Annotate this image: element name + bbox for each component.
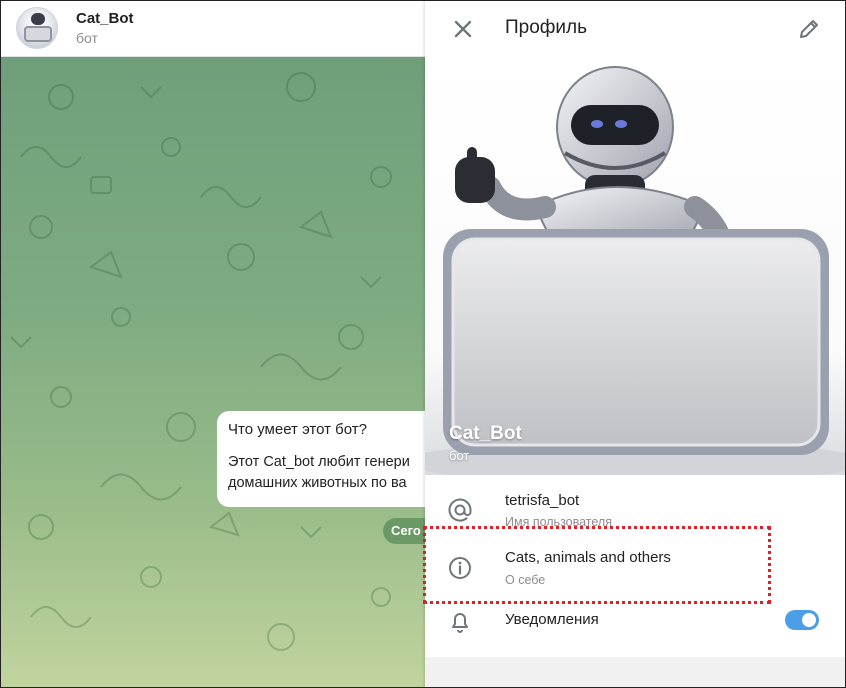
at-icon bbox=[447, 497, 473, 523]
edit-button[interactable] bbox=[795, 15, 823, 43]
notifications-row[interactable]: Уведомления bbox=[425, 595, 845, 651]
close-icon bbox=[454, 20, 472, 38]
app-window: Cat_Bot бот Что умеет этот бот? Этот Cat… bbox=[0, 0, 846, 688]
profile-title: Профиль bbox=[505, 17, 588, 38]
profile-info-list: tetrisfa_bot Имя пользователя Cats, anim… bbox=[425, 475, 845, 657]
message-title: Что умеет этот бот? bbox=[228, 421, 367, 438]
toggle-knob bbox=[800, 611, 818, 629]
profile-subtitle: бот bbox=[449, 448, 470, 463]
close-button[interactable] bbox=[449, 15, 477, 43]
profile-header: Профиль bbox=[425, 1, 845, 57]
message-body: Этот Cat_bot любит генери домашних живот… bbox=[228, 452, 436, 494]
notifications-label: Уведомления bbox=[505, 611, 599, 628]
username-value: tetrisfa_bot bbox=[505, 492, 580, 509]
info-icon bbox=[447, 555, 473, 581]
chat-title[interactable]: Cat_Bot bbox=[76, 10, 134, 27]
chat-pane: Cat_Bot бот Что умеет этот бот? Этот Cat… bbox=[1, 1, 447, 687]
profile-name: Cat_Bot bbox=[449, 423, 522, 444]
about-row[interactable]: Cats, animals and others О себе bbox=[425, 531, 845, 587]
pencil-icon bbox=[800, 20, 818, 38]
notifications-toggle[interactable] bbox=[785, 610, 819, 630]
about-label: О себе bbox=[505, 573, 546, 587]
wallpaper-pattern bbox=[10, 72, 392, 651]
bot-description-message: Что умеет этот бот? Этот Cat_bot любит г… bbox=[217, 411, 447, 507]
username-label: Имя пользователя bbox=[505, 515, 612, 529]
bot-avatar[interactable] bbox=[16, 7, 58, 49]
profile-panel: Профиль Cat_Bot бот tetrisfa_bot Имя пол… bbox=[425, 1, 845, 687]
chat-subtitle: бот bbox=[76, 30, 98, 46]
about-value: Cats, animals and others bbox=[505, 549, 671, 566]
username-row[interactable]: tetrisfa_bot Имя пользователя bbox=[425, 475, 845, 531]
chat-header[interactable]: Cat_Bot бот bbox=[1, 1, 425, 57]
avatar-robot-shape bbox=[31, 13, 45, 25]
robot-illustration bbox=[425, 66, 845, 475]
bell-icon bbox=[447, 609, 473, 635]
chat-background bbox=[1, 57, 425, 687]
message-body-line-1: Этот Cat_bot любит генери bbox=[228, 454, 410, 470]
avatar-board-shape bbox=[24, 26, 52, 42]
profile-photo[interactable]: Cat_Bot бот bbox=[425, 57, 845, 475]
message-body-line-2: домашних животных по ва bbox=[228, 475, 407, 491]
